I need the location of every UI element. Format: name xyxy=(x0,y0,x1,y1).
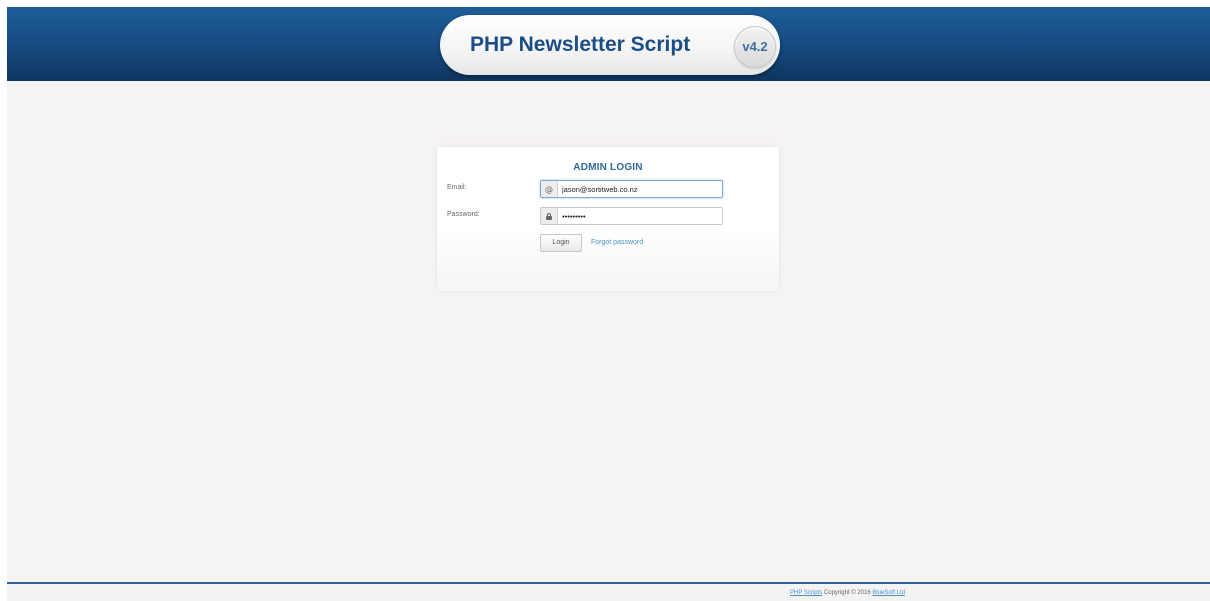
password-field[interactable] xyxy=(558,208,722,224)
admin-login-card: ADMIN LOGIN Email: @ Password: Login For… xyxy=(437,147,779,291)
at-sign-icon: @ xyxy=(541,181,558,197)
header-bar: PHP Newsletter Script v4.2 xyxy=(7,7,1210,81)
company-link[interactable]: BlueSoft Ltd xyxy=(872,590,905,596)
version-badge: v4.2 xyxy=(734,26,776,68)
forgot-password-link[interactable]: Forgot password xyxy=(591,239,643,246)
login-title: ADMIN LOGIN xyxy=(573,162,643,173)
page-frame: PHP Newsletter Script v4.2 ADMIN LOGIN E… xyxy=(7,7,1210,601)
login-button[interactable]: Login xyxy=(540,234,582,252)
email-field-group: @ xyxy=(540,180,723,198)
lock-icon xyxy=(541,208,558,224)
footer-copyright: PHP Scripts Copyright © 2016 BlueSoft Lt… xyxy=(790,590,905,596)
email-field[interactable] xyxy=(558,181,722,197)
logo-title: PHP Newsletter Script xyxy=(470,33,691,56)
password-label: Password: xyxy=(447,211,480,218)
logo: PHP Newsletter Script v4.2 xyxy=(440,15,780,75)
php-scripts-link[interactable]: PHP Scripts xyxy=(790,590,822,596)
copyright-text: Copyright © 2016 xyxy=(823,590,871,596)
footer: PHP Scripts Copyright © 2016 BlueSoft Lt… xyxy=(7,584,1210,601)
email-label: Email: xyxy=(447,184,467,191)
password-field-group xyxy=(540,207,723,225)
